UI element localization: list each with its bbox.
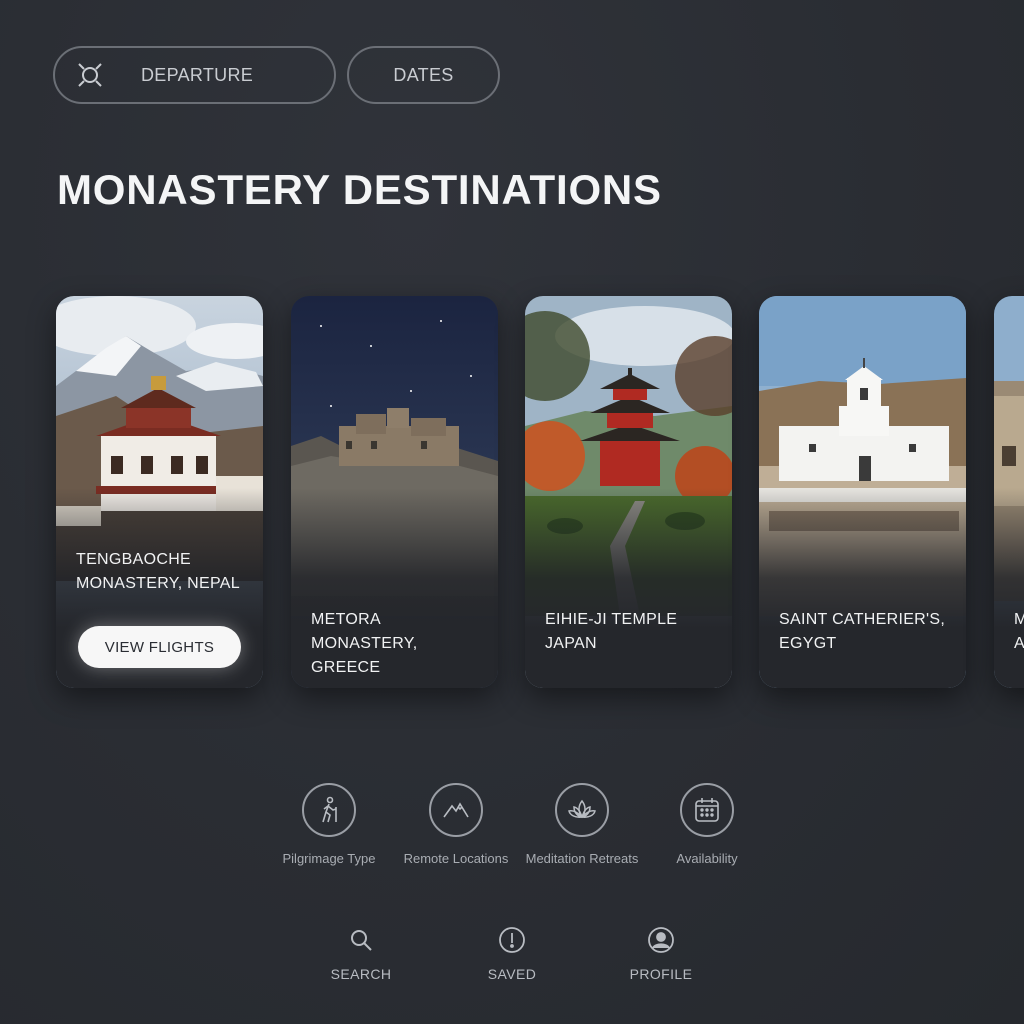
nav-label: SAVED	[487, 966, 537, 982]
destination-card-partial[interactable]: M A	[994, 296, 1024, 688]
destination-name-line2: JAPAN	[545, 635, 597, 652]
mountain-icon	[429, 783, 483, 837]
destination-name: EIHIE-JI TEMPLE JAPAN	[545, 608, 720, 656]
category-label: Availability	[676, 851, 738, 866]
destination-name-line2: A	[1014, 635, 1024, 652]
destination-name: METORA MONASTERY, GREECE	[311, 608, 486, 680]
nav-saved[interactable]: SAVED	[462, 926, 562, 982]
calendar-icon	[680, 783, 734, 837]
category-label: Meditation Retreats	[525, 851, 639, 866]
destination-name-line1: SAINT CATHERIER'S,	[779, 611, 946, 628]
destination-name: SAINT CATHERIER'S, EGYGT	[779, 608, 954, 656]
category-pilgrimage-type[interactable]: Pilgrimage Type	[259, 783, 399, 866]
destination-name-line2: MONASTERY, NEPAL	[76, 575, 240, 592]
destination-name-line1: TENGBAOCHE	[76, 551, 192, 568]
destination-card-greece[interactable]: METORA MONASTERY, GREECE	[291, 296, 498, 688]
page-title: MONASTERY DESTINATIONS	[57, 166, 662, 213]
app-screen: DEPARTURE DATES MONASTERY DESTINATIONS T…	[0, 0, 1024, 1024]
destination-name-line2: EGYGT	[779, 635, 837, 652]
category-availability[interactable]: Availability	[637, 783, 777, 866]
dates-filter[interactable]: DATES	[347, 46, 500, 104]
destination-name: M A	[1014, 608, 1024, 656]
nav-label: PROFILE	[629, 966, 693, 982]
category-label: Pilgrimage Type	[282, 851, 376, 866]
saved-icon	[498, 926, 526, 954]
nav-search[interactable]: SEARCH	[311, 926, 411, 982]
category-label: Remote Locations	[403, 851, 509, 866]
destination-name-line1: METORA MONASTERY,	[311, 611, 418, 652]
location-target-icon	[75, 60, 105, 90]
destination-name: TENGBAOCHE MONASTERY, NEPAL	[76, 548, 251, 596]
departure-label: DEPARTURE	[141, 64, 254, 85]
destination-name-line1: M	[1014, 611, 1024, 628]
destination-card-japan[interactable]: EIHIE-JI TEMPLE JAPAN	[525, 296, 732, 688]
departure-filter[interactable]: DEPARTURE	[53, 46, 336, 104]
card-shade	[994, 488, 1024, 688]
destination-card-egypt[interactable]: SAINT CATHERIER'S, EGYGT	[759, 296, 966, 688]
card-shade	[525, 488, 732, 688]
destination-card-nepal[interactable]: TENGBAOCHE MONASTERY, NEPAL VIEW FLIGHTS	[56, 296, 263, 688]
nav-profile[interactable]: PROFILE	[611, 926, 711, 982]
hiker-icon	[302, 783, 356, 837]
category-meditation-retreats[interactable]: Meditation Retreats	[512, 783, 652, 866]
card-shade	[759, 488, 966, 688]
destination-name-line1: EIHIE-JI TEMPLE	[545, 611, 678, 628]
search-icon	[347, 926, 375, 954]
dates-label: DATES	[393, 64, 454, 85]
lotus-icon	[555, 783, 609, 837]
destination-name-line2: GREECE	[311, 659, 381, 676]
nav-label: SEARCH	[330, 966, 392, 982]
view-flights-button[interactable]: VIEW FLIGHTS	[78, 626, 241, 668]
profile-icon	[647, 926, 675, 954]
category-remote-locations[interactable]: Remote Locations	[386, 783, 526, 866]
